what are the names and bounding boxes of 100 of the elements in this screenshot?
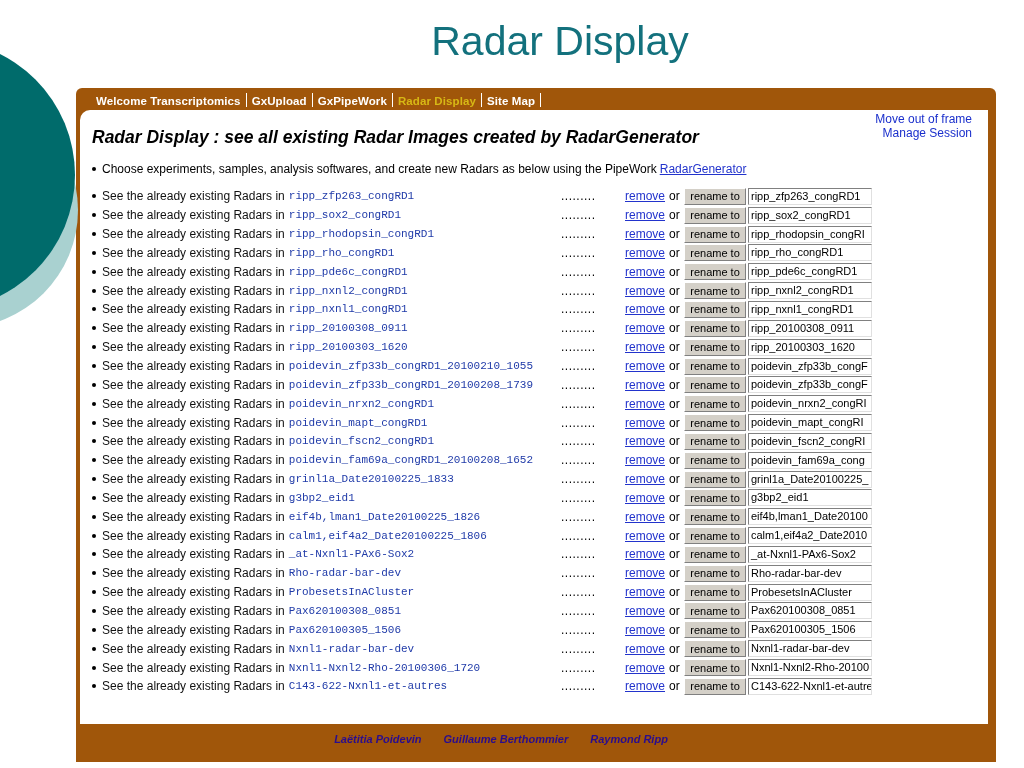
rename-button[interactable]: rename to: [684, 583, 746, 601]
remove-link[interactable]: remove: [625, 509, 669, 524]
remove-link[interactable]: remove: [625, 377, 669, 392]
rename-button[interactable]: rename to: [684, 225, 746, 243]
rename-field[interactable]: poidevin_fam69a_cong: [748, 451, 872, 469]
remove-link[interactable]: remove: [625, 415, 669, 430]
rename-field[interactable]: poidevin_zfp33b_congF: [748, 376, 872, 394]
rename-field[interactable]: ripp_rho_congRD1: [748, 244, 872, 262]
radar-link[interactable]: ripp_rhodopsin_congRD1: [288, 228, 434, 241]
rename-field[interactable]: Nxnl1-Nxnl2-Rho-20100: [748, 659, 872, 676]
rename-button[interactable]: rename to: [684, 376, 746, 394]
radar-link[interactable]: ripp_sox2_congRD1: [288, 209, 401, 222]
rename-button[interactable]: rename to: [684, 508, 746, 526]
rename-field[interactable]: grinl1a_Date20100225_: [748, 470, 872, 488]
rename-field[interactable]: Pax620100308_0851: [748, 602, 872, 620]
radar-link[interactable]: Nxnl1-Nxnl2-Rho-20100306_1720: [288, 661, 481, 674]
rename-button[interactable]: rename to: [684, 470, 746, 488]
remove-link[interactable]: remove: [625, 472, 669, 487]
rename-button[interactable]: rename to: [684, 244, 746, 262]
remove-link[interactable]: remove: [625, 585, 669, 600]
frame-link[interactable]: Move out of frame: [875, 112, 972, 126]
nav-link[interactable]: GxPipeWork: [317, 95, 387, 107]
rename-button[interactable]: rename to: [684, 527, 746, 545]
rename-button[interactable]: rename to: [684, 338, 746, 356]
rename-button[interactable]: rename to: [684, 489, 746, 507]
radar-link[interactable]: Pax620100308_0851: [288, 605, 401, 617]
rename-field[interactable]: _at-Nxnl1-PAx6-Sox2: [748, 545, 872, 563]
radar-link[interactable]: poidevin_mapt_congRD1: [288, 416, 428, 429]
rename-button[interactable]: rename to: [684, 545, 746, 563]
rename-field[interactable]: poidevin_fscn2_congRI: [748, 432, 872, 450]
generator-link[interactable]: RadarGenerator: [659, 162, 747, 176]
remove-link[interactable]: remove: [625, 227, 669, 242]
nav-link[interactable]: Site Map: [486, 95, 535, 107]
remove-link[interactable]: remove: [625, 566, 669, 581]
rename-button[interactable]: rename to: [684, 659, 746, 676]
remove-link[interactable]: remove: [625, 321, 669, 336]
rename-field[interactable]: ProbesetsInACluster: [748, 583, 872, 601]
rename-field[interactable]: ripp_sox2_congRD1: [748, 206, 872, 224]
rename-field[interactable]: poidevin_nrxn2_congRI: [748, 395, 872, 413]
radar-link[interactable]: ripp_rho_congRD1: [288, 246, 395, 259]
remove-link[interactable]: remove: [625, 264, 669, 279]
radar-link[interactable]: ProbesetsInACluster: [288, 586, 415, 599]
remove-link[interactable]: remove: [625, 359, 669, 373]
rename-field[interactable]: ripp_zfp263_congRD1: [748, 187, 872, 205]
rename-field[interactable]: ripp_nxnl2_congRD1: [748, 282, 872, 300]
nav-link[interactable]: GxUpload: [251, 95, 307, 107]
rename-field[interactable]: Nxnl1-radar-bar-dev: [748, 640, 872, 658]
remove-link[interactable]: remove: [625, 604, 669, 618]
radar-link[interactable]: _at-Nxnl1-PAx6-Sox2: [288, 548, 415, 561]
radar-link[interactable]: ripp_20100308_0911: [288, 322, 408, 335]
radar-link[interactable]: ripp_nxnl2_congRD1: [288, 284, 408, 297]
remove-link[interactable]: remove: [625, 396, 669, 411]
remove-link[interactable]: remove: [625, 245, 669, 260]
remove-link[interactable]: remove: [625, 641, 669, 656]
radar-link[interactable]: ripp_20100303_1620: [288, 341, 408, 354]
rename-button[interactable]: rename to: [684, 395, 746, 413]
radar-link[interactable]: ripp_pde6c_congRD1: [288, 265, 408, 278]
remove-link[interactable]: remove: [625, 679, 669, 694]
rename-field[interactable]: ripp_rhodopsin_congRI: [748, 225, 872, 243]
rename-button[interactable]: rename to: [684, 564, 746, 582]
rename-button[interactable]: rename to: [684, 187, 746, 205]
rename-button[interactable]: rename to: [684, 640, 746, 658]
remove-link[interactable]: remove: [625, 340, 669, 355]
rename-field[interactable]: ripp_20100303_1620: [748, 338, 872, 356]
remove-link[interactable]: remove: [625, 189, 669, 204]
rename-field[interactable]: poidevin_zfp33b_congF: [748, 357, 872, 375]
radar-link[interactable]: Rho-radar-bar-dev: [288, 567, 401, 580]
remove-link[interactable]: remove: [625, 528, 669, 543]
frame-link[interactable]: Manage Session: [882, 126, 972, 140]
radar-link[interactable]: C143-622-Nxnl1-et-autres: [288, 680, 448, 693]
remove-link[interactable]: remove: [625, 453, 669, 468]
radar-link[interactable]: Nxnl1-radar-bar-dev: [288, 642, 415, 655]
nav-link[interactable]: Welcome Transcriptomics: [96, 95, 241, 107]
radar-link[interactable]: poidevin_fam69a_congRD1_20100208_1652: [288, 454, 534, 467]
rename-button[interactable]: rename to: [684, 282, 746, 300]
rename-field[interactable]: calm1,eif4a2_Date2010: [748, 527, 872, 545]
rename-button[interactable]: rename to: [684, 319, 746, 337]
remove-link[interactable]: remove: [625, 434, 669, 449]
radar-link[interactable]: eif4b,lman1_Date20100225_1826: [288, 510, 481, 523]
remove-link[interactable]: remove: [625, 547, 669, 562]
rename-button[interactable]: rename to: [684, 677, 746, 695]
radar-link[interactable]: grinl1a_Date20100225_1833: [288, 473, 454, 486]
remove-link[interactable]: remove: [625, 302, 669, 317]
rename-field[interactable]: ripp_pde6c_congRD1: [748, 263, 872, 281]
rename-button[interactable]: rename to: [684, 357, 746, 375]
rename-field[interactable]: eif4b,lman1_Date20100: [748, 508, 872, 526]
rename-button[interactable]: rename to: [684, 451, 746, 469]
rename-button[interactable]: rename to: [684, 602, 746, 620]
rename-button[interactable]: rename to: [684, 621, 746, 639]
rename-field[interactable]: ripp_nxnl1_congRD1: [748, 301, 872, 318]
rename-button[interactable]: rename to: [684, 414, 746, 432]
radar-link[interactable]: calm1,eif4a2_Date20100225_1806: [288, 529, 487, 542]
rename-button[interactable]: rename to: [684, 263, 746, 281]
radar-link[interactable]: g3bp2_eid1: [288, 491, 355, 504]
radar-link[interactable]: Pax620100305_1506: [288, 623, 401, 636]
rename-field[interactable]: g3bp2_eid1: [748, 489, 872, 507]
remove-link[interactable]: remove: [625, 622, 669, 637]
remove-link[interactable]: remove: [625, 283, 669, 298]
rename-button[interactable]: rename to: [684, 432, 746, 450]
rename-field[interactable]: Pax620100305_1506: [748, 621, 872, 639]
